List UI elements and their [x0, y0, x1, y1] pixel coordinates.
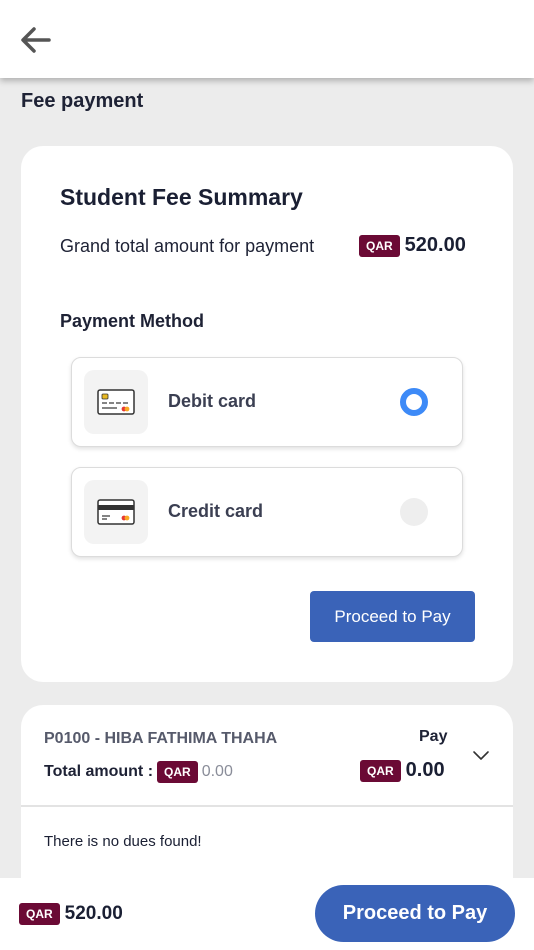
currency-badge: QAR	[19, 903, 60, 925]
payment-option-label: Credit card	[168, 501, 264, 521]
grand-total-label: Grand total amount for payment	[60, 236, 315, 256]
total-amount-value: 0.00	[201, 763, 233, 780]
bottom-total-value: 520.00	[64, 903, 123, 924]
student-name: P0100 - HIBA FATHIMA THAHA	[44, 730, 278, 747]
credit-card-icon-box	[84, 480, 148, 544]
proceed-to-pay-button[interactable]: Proceed to Pay	[310, 591, 475, 642]
bottom-pay-bar: QAR 520.00 Proceed to Pay	[0, 878, 534, 950]
page-title: Fee payment	[21, 90, 144, 112]
chevron-down-icon[interactable]	[469, 743, 493, 767]
grand-total-amount: QAR 520.00	[359, 234, 466, 257]
currency-badge: QAR	[359, 234, 400, 257]
radio-selected[interactable]	[400, 388, 428, 416]
arrow-left-icon	[21, 27, 51, 53]
proceed-to-pay-main-button[interactable]: Proceed to Pay	[315, 885, 515, 942]
total-amount-label: Total amount :	[44, 763, 154, 780]
bottom-total-amount: QAR 520.00	[19, 903, 123, 925]
debit-card-icon-box	[84, 370, 148, 434]
total-amount-row: Total amount : QAR 0.00	[44, 761, 233, 783]
pay-amount-value: 0.00	[405, 759, 445, 781]
back-button[interactable]	[16, 22, 54, 58]
pay-amount: QAR 0.00	[360, 759, 445, 782]
fee-summary-card: Student Fee Summary Grand total amount f…	[21, 146, 513, 682]
radio-unselected[interactable]	[400, 498, 428, 526]
student-fee-card: P0100 - HIBA FATHIMA THAHA Pay Total amo…	[21, 705, 513, 905]
debit-card-icon	[97, 389, 135, 415]
payment-method-title: Payment Method	[60, 311, 205, 331]
payment-option-credit-card[interactable]: Credit card	[71, 467, 463, 557]
payment-option-label: Debit card	[168, 391, 257, 411]
pay-label: Pay	[419, 728, 448, 745]
grand-total-value: 520.00	[404, 234, 466, 256]
divider	[21, 805, 513, 807]
payment-option-debit-card[interactable]: Debit card	[71, 357, 463, 447]
summary-title: Student Fee Summary	[60, 184, 303, 210]
currency-badge: QAR	[360, 759, 401, 782]
no-dues-message: There is no dues found!	[44, 833, 202, 850]
credit-card-icon	[97, 499, 135, 525]
top-app-bar	[0, 0, 534, 78]
currency-badge: QAR	[157, 761, 198, 783]
